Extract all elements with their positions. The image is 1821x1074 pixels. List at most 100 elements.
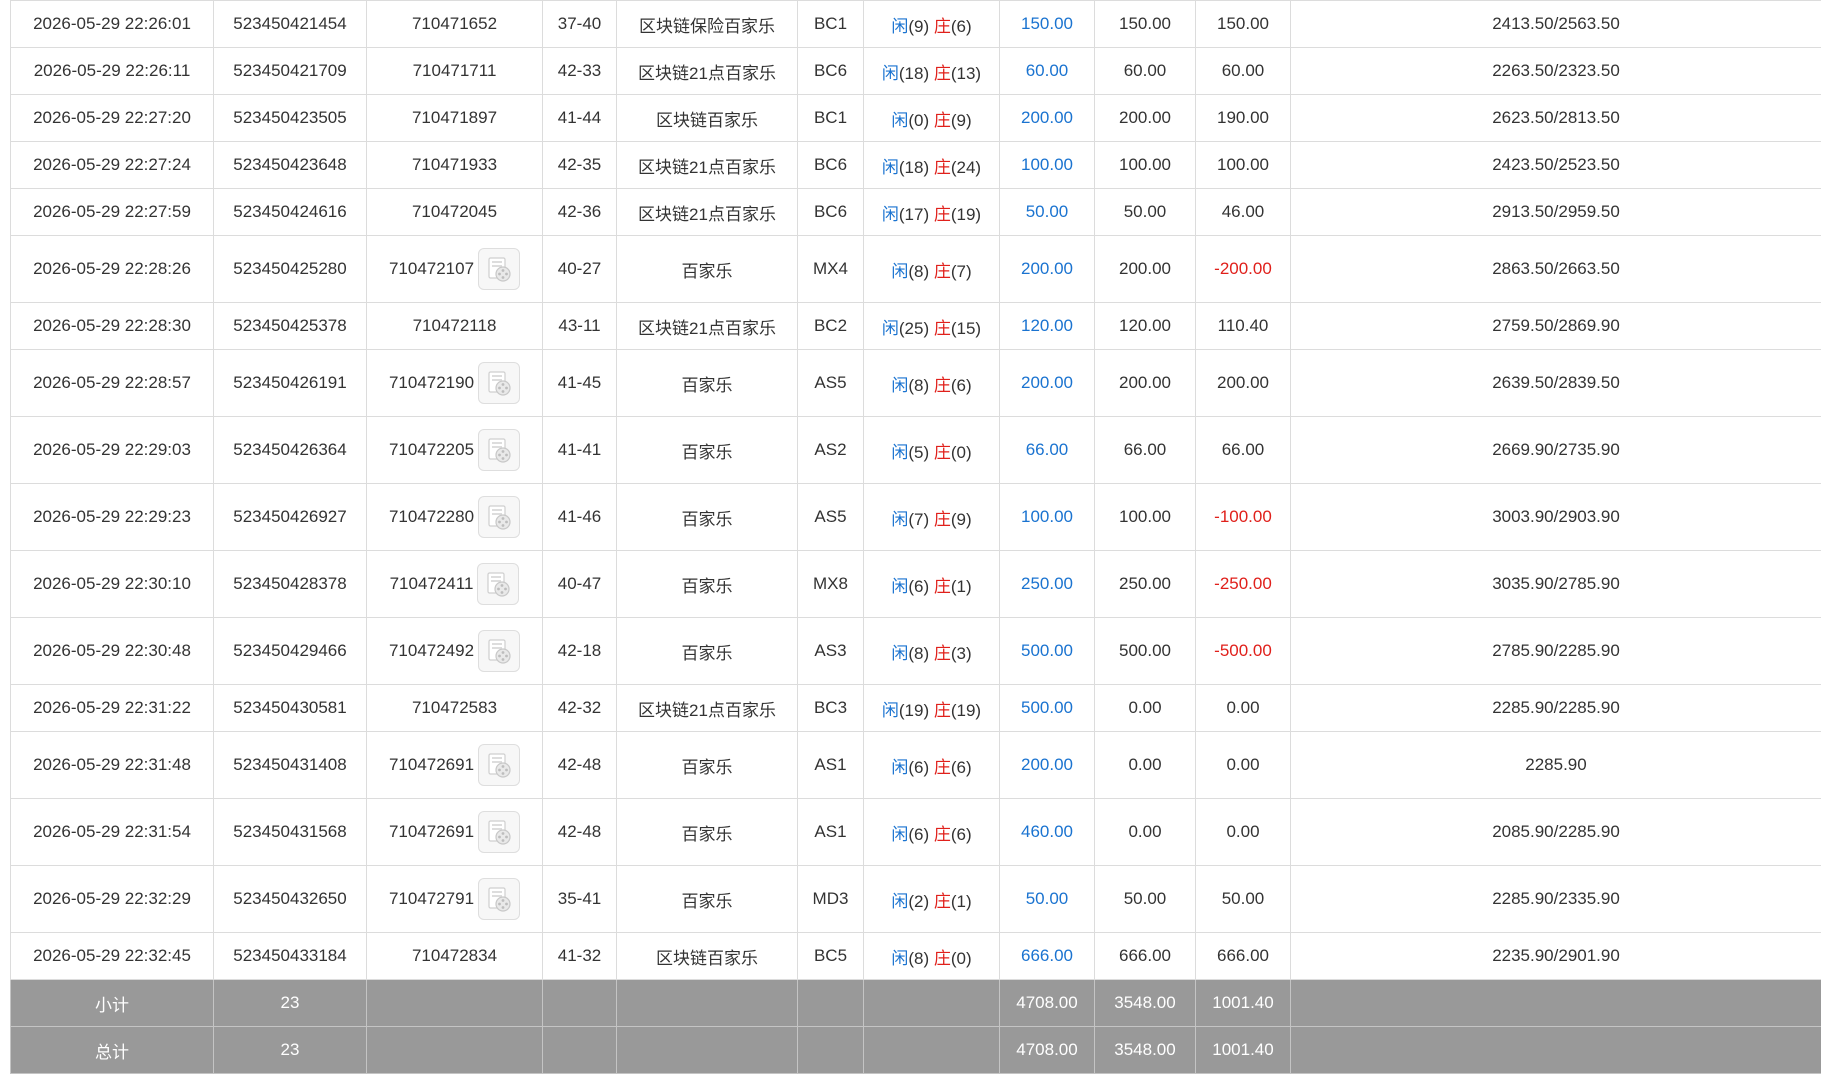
bet-amount-cell: 250.00	[1000, 551, 1095, 618]
bet-time-cell: 2026-05-29 22:28:57	[11, 350, 214, 417]
win-amount-cell: 110.40	[1196, 303, 1291, 350]
game-number: 710471933	[412, 155, 497, 175]
game-type-cell: 区块链21点百家乐	[617, 189, 798, 236]
win-amount-cell: 0.00	[1196, 799, 1291, 866]
game-type-cell: 百家乐	[617, 866, 798, 933]
bet-time: 2026-05-29 22:27:24	[33, 155, 191, 174]
bet-number: 523450424616	[233, 202, 346, 221]
balance-cell: 2285.90/2285.90	[1291, 685, 1821, 732]
game-number-wrap: 710472492	[389, 630, 520, 672]
player-label: 闲	[891, 892, 908, 911]
banker-label: 庄	[934, 825, 951, 844]
video-replay-button[interactable]	[478, 362, 520, 404]
bet-number: 523450426927	[233, 507, 346, 526]
table-code: MX4	[813, 259, 848, 278]
player-points: (6)	[908, 825, 929, 844]
balance-cell: 2085.90/2285.90	[1291, 799, 1821, 866]
bet-number-cell: 523450426191	[214, 350, 367, 417]
bet-records-table: 2026-05-29 22:26:01 523450421454 7104716…	[10, 0, 1821, 1074]
game-type-cell: 百家乐	[617, 417, 798, 484]
table-row: 2026-05-29 22:29:03 523450426364 7104722…	[11, 417, 1821, 484]
shoe-round-cell: 42-33	[543, 48, 617, 95]
player-label: 闲	[891, 111, 908, 130]
bet-time: 2026-05-29 22:27:20	[33, 108, 191, 127]
bet-amount-cell: 60.00	[1000, 48, 1095, 95]
bet-amount: 50.00	[1026, 202, 1069, 221]
banker-points: (13)	[951, 64, 981, 83]
bet-number-cell: 523450421454	[214, 1, 367, 48]
game-number: 710472107	[389, 259, 474, 279]
balance-cell: 3035.90/2785.90	[1291, 551, 1821, 618]
table-row: 2026-05-29 22:32:29 523450432650 7104727…	[11, 866, 1821, 933]
video-replay-button[interactable]	[477, 563, 519, 605]
game-type: 百家乐	[682, 644, 733, 663]
video-replay-button[interactable]	[478, 878, 520, 920]
banker-points: (19)	[951, 205, 981, 224]
player-points: (6)	[908, 758, 929, 777]
video-replay-button[interactable]	[478, 811, 520, 853]
bet-number: 523450425378	[233, 316, 346, 335]
bet-number: 523450429466	[233, 641, 346, 660]
bet-amount: 100.00	[1021, 507, 1073, 526]
bet-time: 2026-05-29 22:31:48	[33, 755, 191, 774]
game-number-wrap: 710471711	[413, 61, 497, 81]
valid-amount: 0.00	[1128, 822, 1161, 841]
bet-time-cell: 2026-05-29 22:26:01	[11, 1, 214, 48]
bet-number-cell: 523450431568	[214, 799, 367, 866]
table-code: BC6	[814, 202, 847, 221]
valid-amount-cell: 200.00	[1095, 350, 1196, 417]
video-replay-button[interactable]	[478, 630, 520, 672]
balance-before-after: 3035.90/2785.90	[1492, 574, 1620, 593]
video-replay-button[interactable]	[478, 496, 520, 538]
video-replay-button[interactable]	[478, 429, 520, 471]
table-body: 2026-05-29 22:26:01 523450421454 7104716…	[11, 1, 1821, 980]
valid-amount: 500.00	[1119, 641, 1171, 660]
bet-time: 2026-05-29 22:27:59	[33, 202, 191, 221]
game-type: 百家乐	[682, 443, 733, 462]
game-number-cell: 710472107	[367, 236, 543, 303]
player-label: 闲	[891, 376, 908, 395]
banker-points: (6)	[951, 376, 972, 395]
table-row: 2026-05-29 22:32:45 523450433184 7104728…	[11, 933, 1821, 980]
banker-label: 庄	[934, 64, 951, 83]
game-type-cell: 百家乐	[617, 350, 798, 417]
bet-time: 2026-05-29 22:26:01	[33, 14, 191, 33]
player-label: 闲	[891, 17, 908, 36]
game-type: 百家乐	[682, 376, 733, 395]
player-label: 闲	[891, 825, 908, 844]
table-row: 2026-05-29 22:30:10 523450428378 7104724…	[11, 551, 1821, 618]
game-number-wrap: 710472583	[412, 698, 497, 718]
win-amount-cell: 60.00	[1196, 48, 1291, 95]
table-row: 2026-05-29 22:31:48 523450431408 7104726…	[11, 732, 1821, 799]
table-code: BC1	[814, 14, 847, 33]
bet-time: 2026-05-29 22:30:48	[33, 641, 191, 660]
balance-before-after: 2913.50/2959.50	[1492, 202, 1620, 221]
bet-time: 2026-05-29 22:28:26	[33, 259, 191, 278]
valid-amount: 666.00	[1119, 946, 1171, 965]
win-amount: 66.00	[1222, 440, 1265, 459]
valid-amount-cell: 60.00	[1095, 48, 1196, 95]
player-label: 闲	[891, 443, 908, 462]
game-type-cell: 区块链21点百家乐	[617, 303, 798, 350]
bet-time-cell: 2026-05-29 22:32:29	[11, 866, 214, 933]
win-amount: -250.00	[1214, 574, 1272, 593]
win-amount-cell: 46.00	[1196, 189, 1291, 236]
video-replay-button[interactable]	[478, 744, 520, 786]
win-amount-cell: -250.00	[1196, 551, 1291, 618]
bet-amount-cell: 100.00	[1000, 484, 1095, 551]
bet-amount-cell: 200.00	[1000, 732, 1095, 799]
bet-number-cell: 523450430581	[214, 685, 367, 732]
subtotal-empty-cell	[367, 980, 543, 1027]
video-replay-icon	[484, 254, 514, 284]
balance-cell: 2913.50/2959.50	[1291, 189, 1821, 236]
banker-label: 庄	[934, 17, 951, 36]
result-cell: 闲(2) 庄(1)	[864, 866, 1000, 933]
bet-amount: 120.00	[1021, 316, 1073, 335]
bet-time-cell: 2026-05-29 22:28:26	[11, 236, 214, 303]
player-label: 闲	[891, 949, 908, 968]
player-label: 闲	[882, 319, 899, 338]
bet-number: 523450423648	[233, 155, 346, 174]
table-code: AS5	[814, 507, 846, 526]
video-replay-button[interactable]	[478, 248, 520, 290]
bet-time-cell: 2026-05-29 22:27:59	[11, 189, 214, 236]
